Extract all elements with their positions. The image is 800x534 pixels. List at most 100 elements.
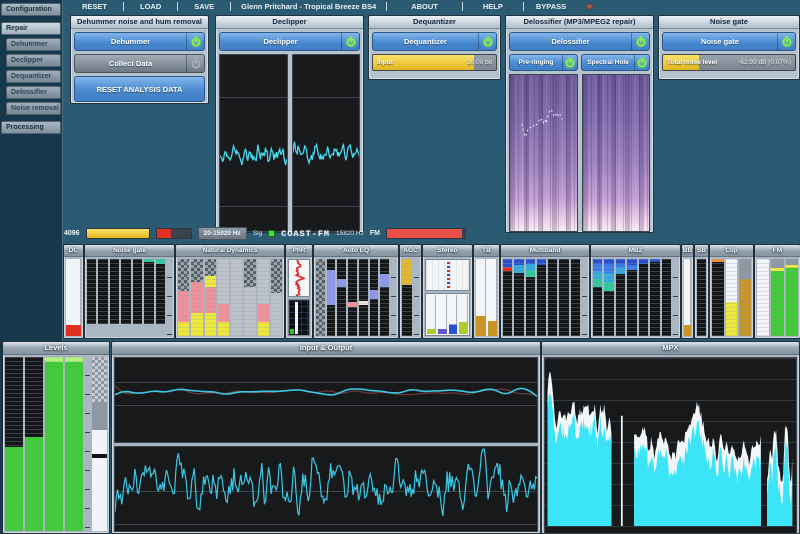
meter-column xyxy=(258,259,269,336)
meter-column xyxy=(121,259,130,324)
meter-agc: AGC xyxy=(399,244,422,339)
spectral-hole-button[interactable]: Spectral Hole xyxy=(581,54,650,71)
meter-column xyxy=(156,259,165,324)
meter-column xyxy=(380,259,389,336)
meter-column xyxy=(66,259,81,336)
delossifier-enable-button[interactable]: Delossifier xyxy=(509,32,650,51)
meter-stereo: Stereo xyxy=(422,244,473,339)
menu-bypass[interactable]: BYPASS xyxy=(524,2,578,11)
meter-column xyxy=(476,259,486,336)
meter-column xyxy=(337,259,346,336)
preringing-button[interactable]: Pre-ringing xyxy=(509,54,578,71)
meter-column xyxy=(5,357,23,531)
meter-column xyxy=(144,259,153,324)
meter-multiband: Multiband xyxy=(500,244,590,339)
menu-bar: RESET LOAD SAVE Glenn Pritchard - Tropic… xyxy=(66,0,800,13)
meter-sb: SB xyxy=(694,244,709,339)
menu-save[interactable]: SAVE xyxy=(178,2,230,11)
dehummer-panel-title: Dehummer noise and hum removal xyxy=(71,16,208,29)
noise-gate-panel-title: Noise gate xyxy=(659,16,799,29)
dequantizer-input-slider[interactable]: Input 16.00 bit xyxy=(372,54,497,71)
sidebar-item-declipper[interactable]: Declipper xyxy=(6,54,61,67)
meter-column xyxy=(98,259,107,324)
sidebar-item-processing[interactable]: Processing xyxy=(1,121,61,134)
mpx-spectrum-display xyxy=(544,357,797,534)
meter-column xyxy=(271,259,282,336)
power-icon[interactable] xyxy=(634,55,649,70)
meter-column xyxy=(65,357,83,531)
menu-reset[interactable]: RESET xyxy=(66,2,123,11)
bypass-indicator xyxy=(586,3,593,10)
meter-column xyxy=(45,357,63,531)
power-icon[interactable] xyxy=(341,33,359,50)
declipper-enable-button[interactable]: Declipper xyxy=(219,32,360,51)
sidebar-item-delossifier[interactable]: Delossifier xyxy=(6,86,61,99)
noise-level-slider[interactable]: Total noise level -62.93 dB (0.07%) xyxy=(662,54,796,71)
signal-led xyxy=(268,230,275,237)
declipper-waveform-right xyxy=(292,54,361,232)
meter-fm: FM xyxy=(754,244,800,339)
sidebar-item-configuration[interactable]: Configuration xyxy=(1,3,61,16)
meter-column xyxy=(316,259,325,336)
meter-column xyxy=(359,259,368,336)
meter-column xyxy=(650,259,659,336)
phase-trace-display xyxy=(288,259,310,297)
meter-column xyxy=(87,259,96,324)
meter-column xyxy=(514,259,523,336)
power-icon[interactable] xyxy=(478,33,496,50)
meter-column xyxy=(244,259,255,336)
meter-column xyxy=(604,259,613,336)
meter-column xyxy=(178,259,189,336)
sig-label: Sig xyxy=(253,230,262,237)
meter-column xyxy=(757,259,769,336)
spectral-hole-spectrogram xyxy=(582,74,651,232)
declipper-waveform-left xyxy=(219,54,288,232)
freq-range-chip: 20-15020 Hz xyxy=(198,227,247,240)
meter-column xyxy=(593,259,602,336)
fm-level-bar xyxy=(386,228,466,239)
dehummer-enable-button[interactable]: Dehummer xyxy=(74,32,205,51)
menu-help[interactable]: HELP xyxy=(463,2,523,11)
menu-about[interactable]: ABOUT xyxy=(387,2,462,11)
meter-column xyxy=(571,259,580,336)
collect-data-button[interactable]: Collect Data xyxy=(74,54,205,73)
mpx-panel: MPX xyxy=(541,341,800,534)
meter-column xyxy=(218,259,229,336)
delossifier-panel-title: Delossifier (MP3/MPEG2 repair) xyxy=(506,16,653,29)
power-icon[interactable] xyxy=(186,55,204,72)
preset-title[interactable]: Glenn Pritchard - Tropical Breeze BS4 xyxy=(231,2,386,11)
sidebar-item-repair[interactable]: Repair xyxy=(1,22,61,35)
power-icon[interactable] xyxy=(777,33,795,50)
power-icon[interactable] xyxy=(562,55,577,70)
meter-column xyxy=(526,259,535,336)
meter-column xyxy=(712,259,724,336)
meter-noise-gate: Noise gate xyxy=(84,244,175,339)
meter-column xyxy=(537,259,546,336)
meter-tb: TB xyxy=(473,244,500,339)
meter-column xyxy=(327,259,336,336)
meter-bb: BB xyxy=(681,244,694,339)
power-icon[interactable] xyxy=(186,33,204,50)
levels-panel: Levels xyxy=(2,341,110,534)
meter-column xyxy=(627,259,636,336)
meter-clip: Clip xyxy=(709,244,754,339)
power-icon[interactable] xyxy=(631,33,649,50)
fft-progress-bar xyxy=(86,228,150,239)
meter-column xyxy=(488,259,498,336)
sidebar-item-dehummer[interactable]: Dehummer xyxy=(6,38,61,51)
dequantizer-enable-button[interactable]: Dequantizer xyxy=(372,32,497,51)
noise-gate-enable-button[interactable]: Noise gate xyxy=(662,32,796,51)
sidebar-item-noise-removal[interactable]: Noise removal xyxy=(6,102,61,115)
meter-column xyxy=(25,357,43,531)
meter-column xyxy=(459,295,468,334)
meter-column xyxy=(662,259,671,336)
meter-column xyxy=(370,259,379,336)
fm-label: FM xyxy=(370,230,380,237)
sidebar-item-dequantizer[interactable]: Dequantizer xyxy=(6,70,61,83)
meter-column xyxy=(438,295,447,334)
meter-column xyxy=(231,259,242,336)
preringing-spectrogram xyxy=(509,74,578,232)
reset-analysis-data-button[interactable]: RESET ANALYSIS DATA xyxy=(74,76,205,102)
menu-load[interactable]: LOAD xyxy=(124,2,177,11)
meter-column xyxy=(348,259,357,336)
